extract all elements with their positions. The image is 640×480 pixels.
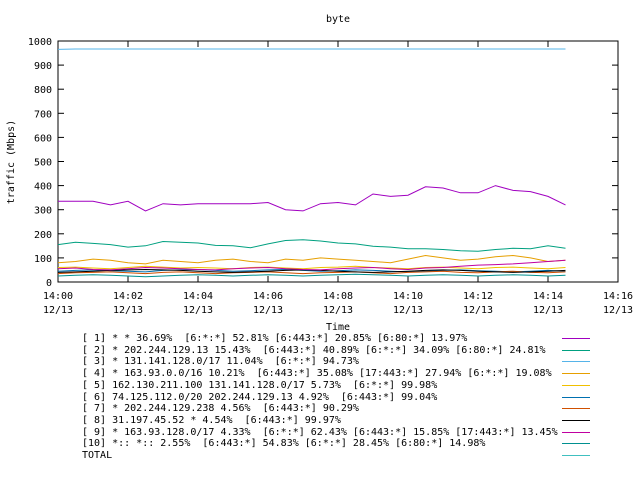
y-tick-label: 0 [46,278,52,289]
x-tick-date: 12/13 [253,305,283,316]
series-line-10 [57,273,566,278]
x-tick-time: 14:00 [43,291,73,302]
legend-item: TOTAL [0,450,640,462]
y-tick-label: 800 [34,85,52,96]
y-tick-label: 500 [34,158,52,169]
legend-label: [ 6] 74.125.112.0/20 202.244.129.13 4.92… [82,391,438,403]
series-line-4 [57,254,566,265]
legend-swatch [562,419,590,421]
chart-title: byte [326,14,350,25]
y-tick-label: 700 [34,109,52,120]
legend-item: [ 4] * 163.93.0.0/16 10.21% [6:443:*] 35… [0,368,640,380]
legend-label: [10] *:: *:: 2.55% [6:443:*] 54.83% [6:*… [82,438,486,450]
x-tick-time: 14:12 [463,291,493,302]
legend-swatch [562,443,590,445]
x-tick-time: 14:02 [113,291,143,302]
legend-item: [ 6] 74.125.112.0/20 202.244.129.13 4.92… [0,392,640,404]
x-tick-time: 14:04 [183,291,213,302]
x-tick-time: 14:06 [253,291,283,302]
y-tick-label: 100 [34,254,52,265]
legend-label: [ 9] * 163.93.128.0/17 4.33% [6:*:*] 62.… [82,426,558,438]
legend-label: TOTAL [82,450,113,461]
legend-label: [ 3] * 131.141.128.0/17 11.04% [6:*:*] 9… [82,356,359,368]
legend-label: [ 8] 31.197.45.52 * 4.54% [6:443:*] 99.9… [82,414,341,426]
legend-item: [ 3] * 131.141.128.0/17 11.04% [6:*:*] 9… [0,356,640,368]
series-lines [57,48,566,278]
legend-item: [ 8] 31.197.45.52 * 4.54% [6:443:*] 99.9… [0,415,640,427]
legend-swatch [562,431,590,433]
legend-swatch [562,373,590,375]
legend-item: [ 1] * * 36.69% [6:*:*] 52.81% [6:443:*]… [0,333,640,345]
x-axis-label: Time [326,322,350,333]
x-tick-date: 12/13 [323,305,353,316]
legend-label: [ 5] 162.130.211.100 131.141.128.0/17 5.… [82,379,438,391]
x-tick-date: 12/13 [43,305,73,316]
x-tick-date: 12/13 [533,305,563,316]
legend-swatch [562,361,590,363]
y-tick-label: 300 [34,206,52,217]
legend-swatch [562,408,590,410]
legend-swatch [562,349,590,351]
legend-item: [ 5] 162.130.211.100 131.141.128.0/17 5.… [0,380,640,392]
legend-item: [ 2] * 202.244.129.13 15.43% [6:443:*] 4… [0,345,640,357]
y-tick-label: 900 [34,61,52,72]
x-tick-time: 14:14 [533,291,563,302]
legend-label: [ 7] * 202.244.129.238 4.56% [6:443:*] 9… [82,403,359,415]
x-tick-date: 12/13 [603,305,633,316]
legend-label: [ 2] * 202.244.129.13 15.43% [6:443:*] 4… [82,344,546,356]
x-tick-time: 14:08 [323,291,353,302]
legend-label: [ 4] * 163.93.0.0/16 10.21% [6:443:*] 35… [82,368,552,380]
legend-swatch [562,384,590,386]
x-tick-time: 14:16 [603,291,633,302]
legend-item: [ 7] * 202.244.129.238 4.56% [6:443:*] 9… [0,403,640,415]
series-line-1 [58,185,566,212]
y-tick-label: 600 [34,133,52,144]
legend-item: [ 9] * 163.93.128.0/17 4.33% [6:*:*] 62.… [0,427,640,439]
legend-swatch [562,338,590,339]
x-tick-date: 12/13 [183,305,213,316]
x-tick-date: 12/13 [393,305,423,316]
y-tick-label: 400 [34,182,52,193]
series-line-2 [57,239,566,252]
y-axis-label: traffic (Mbps) [6,120,17,204]
legend-label: [ 1] * * 36.69% [6:*:*] 52.81% [6:443:*]… [82,333,468,344]
y-axis: 0 100 200 300 400 500 600 700 800 900 1000 [28,37,618,289]
legend-swatch [562,455,590,456]
legend-item: [10] *:: *:: 2.55% [6:443:*] 54.83% [6:*… [0,438,640,450]
y-tick-label: 200 [34,230,52,241]
x-tick-date: 12/13 [463,305,493,316]
legend-swatch [562,396,590,398]
x-tick-date: 12/13 [113,305,143,316]
y-tick-label: 1000 [28,37,52,48]
x-tick-time: 14:10 [393,291,423,302]
